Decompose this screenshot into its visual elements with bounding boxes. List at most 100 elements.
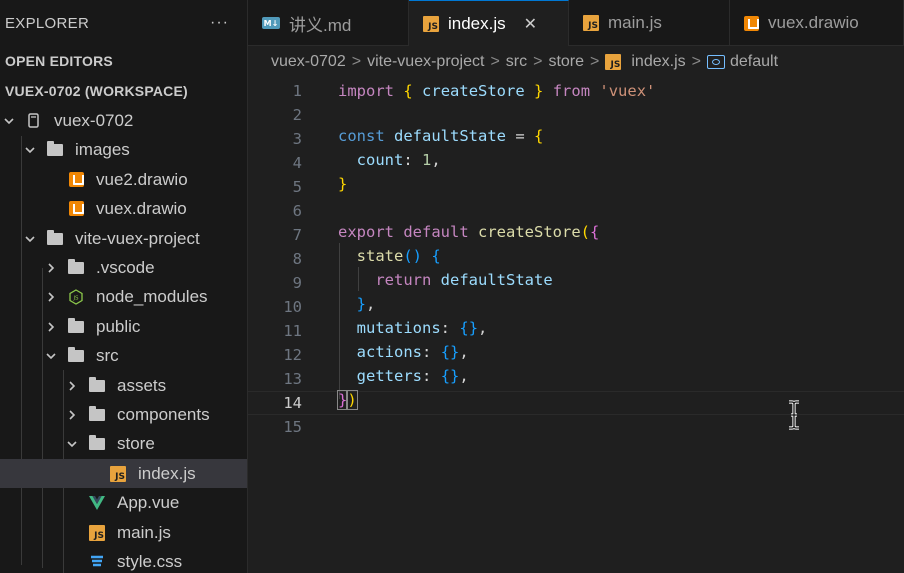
breadcrumb-separator: >	[351, 53, 362, 70]
line-number: 2	[292, 106, 302, 124]
chevron-right-icon[interactable]	[44, 290, 58, 304]
chevron-down-icon[interactable]	[23, 232, 37, 246]
tree-item-label: node_modules	[96, 286, 208, 306]
breadcrumb-item[interactable]: vite-vuex-project	[367, 53, 484, 71]
tab-label: index.js	[448, 13, 506, 33]
code-line-3: const defaultState = {	[338, 127, 544, 145]
tab-label: vuex.drawio	[768, 13, 859, 32]
chevron-down-icon[interactable]	[2, 114, 16, 128]
tree-item-style-css[interactable]: style.css	[0, 547, 247, 573]
breadcrumb-separator: >	[490, 53, 500, 70]
tree-item-images[interactable]: images	[0, 135, 247, 164]
breadcrumb-file-label: index.js	[631, 53, 686, 70]
breadcrumb-separator: >	[590, 53, 600, 70]
breadcrumb-item-file[interactable]: JS index.js	[605, 53, 686, 71]
code-line-5: }	[338, 175, 348, 193]
tree-item-components[interactable]: components	[0, 400, 247, 429]
tree-item-vuex-drawio[interactable]: vuex.drawio	[0, 194, 247, 223]
explorer-sidebar: EXPLORER ··· OPEN EDITORS VUEX-0702 (WOR…	[0, 0, 248, 573]
tree-item-label: .vscode	[96, 257, 155, 277]
open-editors-section[interactable]: OPEN EDITORS	[0, 46, 247, 76]
breadcrumb-separator: >	[691, 53, 701, 70]
line-number: 9	[292, 274, 302, 292]
line-number: 14	[283, 394, 302, 412]
tree-item-label: App.vue	[117, 492, 180, 512]
line-number: 7	[292, 226, 302, 244]
code-line-12: actions: {},	[356, 343, 469, 361]
tree-item-assets[interactable]: assets	[0, 371, 247, 400]
chevron-down-icon[interactable]	[65, 437, 79, 451]
tree-item-label: public	[96, 316, 141, 336]
tree-item-store[interactable]: store	[0, 429, 247, 458]
tab-lecture-md[interactable]: M↓ 讲义.md	[248, 0, 409, 46]
close-icon[interactable]: ✕	[524, 14, 537, 34]
editor-tabs: M↓ 讲义.md JS index.js ✕ JS main.js vuex.d…	[248, 0, 904, 46]
tree-item-label: vuex.drawio	[96, 198, 187, 218]
line-number: 11	[283, 322, 302, 340]
tree-item-label: assets	[117, 375, 167, 395]
tab-label: 讲义.md	[289, 15, 352, 35]
folder-icon	[68, 346, 84, 362]
line-number: 3	[292, 130, 302, 148]
tree-item-label: vue2.drawio	[96, 169, 188, 189]
code-line-14: })	[336, 390, 358, 410]
workspace-section[interactable]: VUEX-0702 (WORKSPACE)	[0, 76, 247, 106]
breadcrumb-item-symbol[interactable]: default	[706, 53, 778, 71]
tree-item-public[interactable]: public	[0, 312, 247, 341]
folder-icon	[47, 229, 63, 245]
drawio-icon	[68, 201, 84, 216]
tree-item-label: vuex-0702	[54, 110, 134, 130]
chevron-down-icon[interactable]	[44, 349, 58, 363]
tree-item-vue2-drawio[interactable]: vue2.drawio	[0, 165, 247, 194]
code-line-4: count: 1,	[356, 151, 441, 169]
css-icon	[91, 555, 103, 566]
explorer-title: EXPLORER	[5, 14, 90, 32]
line-number: 1	[292, 82, 302, 100]
js-icon: JS	[423, 15, 439, 32]
symbol-icon	[706, 55, 725, 69]
folder-icon	[68, 317, 84, 333]
breadcrumb: vuex-0702 > vite-vuex-project > src > st…	[248, 47, 904, 77]
tree-item-label: main.js	[117, 522, 171, 542]
breadcrumb-item[interactable]: src	[506, 53, 527, 71]
tree-item-app-vue[interactable]: App.vue	[0, 488, 247, 517]
code-line-8: state() {	[356, 247, 441, 265]
tree-item-index-js[interactable]: JS index.js	[0, 459, 247, 488]
js-icon: JS	[110, 465, 126, 482]
tab-index-js[interactable]: JS index.js ✕	[409, 0, 569, 46]
more-actions-icon[interactable]: ···	[210, 14, 239, 32]
tree-item-vscode[interactable]: .vscode	[0, 253, 247, 282]
chevron-down-icon[interactable]	[23, 143, 37, 157]
code-editor[interactable]: 1 2 3 4 5 6 7 8 9 10 11 12 13 14 15 import { createSto…	[248, 77, 904, 573]
tree-item-label: index.js	[138, 463, 196, 483]
line-number: 8	[292, 250, 302, 268]
folder-icon	[68, 258, 84, 274]
tree-item-vuex-0702[interactable]: vuex-0702	[0, 106, 247, 135]
markdown-icon: M↓	[262, 17, 280, 29]
code-line-9: return defaultState	[375, 271, 553, 289]
js-icon: JS	[605, 54, 622, 70]
code-line-7: export default createStore({	[338, 223, 600, 241]
line-number: 12	[283, 346, 302, 364]
tab-main-js[interactable]: JS main.js	[569, 0, 730, 46]
drawio-icon	[68, 172, 84, 187]
code-line-1: import { createStore } from 'vuex'	[338, 82, 656, 100]
tree-item-node-modules[interactable]: JS node_modules	[0, 282, 247, 311]
tree-item-label: store	[117, 433, 155, 453]
editor-line: 15	[248, 415, 904, 439]
tree-item-main-js[interactable]: JS main.js	[0, 518, 247, 547]
tree-item-vite-vuex-project[interactable]: vite-vuex-project	[0, 224, 247, 253]
chevron-right-icon[interactable]	[65, 379, 79, 393]
chevron-right-icon[interactable]	[65, 408, 79, 422]
code-line-10: },	[356, 295, 376, 313]
chevron-right-icon[interactable]	[44, 261, 58, 275]
breadcrumb-item[interactable]: vuex-0702	[271, 53, 346, 71]
breadcrumb-item[interactable]: store	[548, 53, 584, 71]
explorer-header: EXPLORER ···	[0, 0, 247, 46]
folder-icon	[89, 376, 105, 392]
tab-vuex-drawio[interactable]: vuex.drawio	[730, 0, 904, 46]
chevron-right-icon[interactable]	[44, 320, 58, 334]
tree-item-src[interactable]: src	[0, 341, 247, 370]
line-number: 15	[283, 418, 302, 436]
text-cursor-icon	[789, 400, 799, 430]
